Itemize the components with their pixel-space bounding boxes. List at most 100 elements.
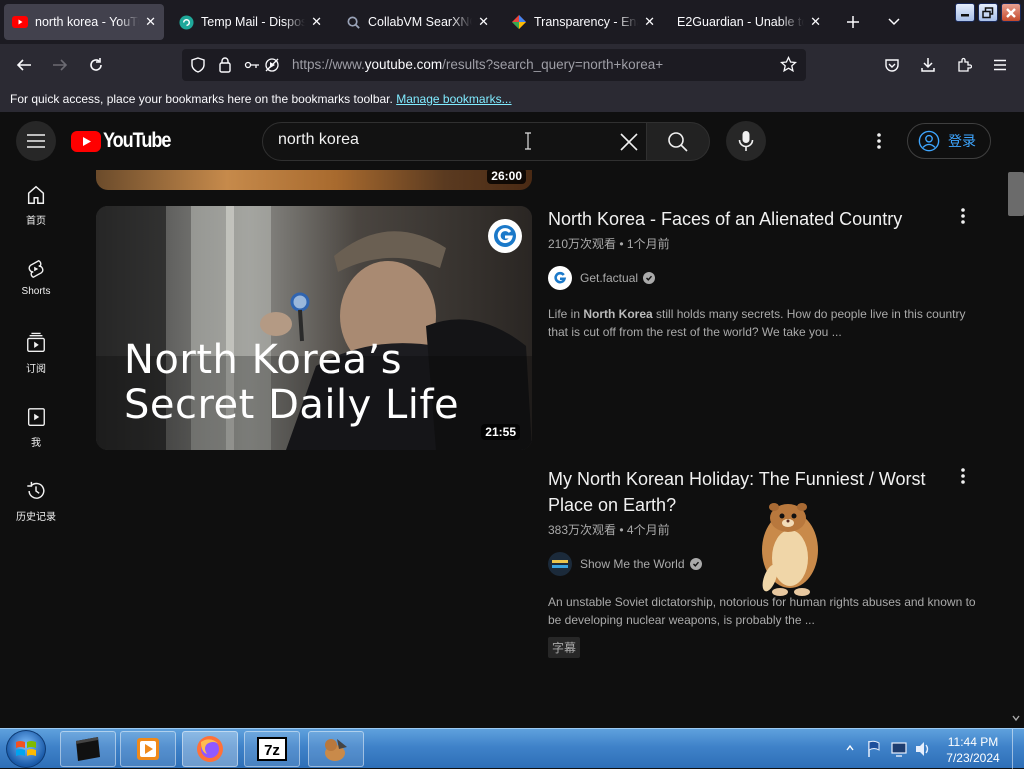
tab-e2guardian[interactable]: E2Guardian - Unable to load ✕ [669, 4, 829, 40]
guide-item-history[interactable]: 历史记录 [0, 480, 72, 552]
get-factual-logo-icon [488, 219, 522, 253]
guide-item-label: 历史记录 [16, 512, 56, 523]
clock-time: 11:44 PM [947, 735, 999, 749]
youtube-logo-text: YouTube [103, 129, 171, 152]
channel-row[interactable]: Get.factual [548, 266, 988, 290]
manage-bookmarks-link[interactable]: Manage bookmarks... [396, 92, 511, 106]
tab-close-icon[interactable]: ✕ [145, 14, 156, 30]
restore-window-button[interactable] [978, 3, 998, 22]
guide-item-subscriptions[interactable]: 订阅 [0, 332, 72, 404]
tab-title: Temp Mail - Disposable [201, 15, 306, 29]
tab-close-icon[interactable]: ✕ [810, 14, 821, 30]
channel-name[interactable]: Show Me the World [580, 557, 685, 571]
tab-transparency[interactable]: Transparency - Enable ✕ [503, 4, 663, 40]
start-button[interactable] [6, 730, 46, 768]
minimize-window-button[interactable] [955, 3, 975, 22]
taskbar-media-player-app[interactable] [120, 731, 176, 767]
bookmark-star-icon[interactable] [779, 55, 798, 78]
channel-avatar[interactable] [548, 552, 572, 576]
subtitles-badge: 字幕 [548, 637, 581, 658]
lock-icon[interactable] [218, 56, 232, 78]
close-window-button[interactable] [1001, 3, 1021, 22]
media-player-icon [137, 738, 159, 760]
temp-mail-favicon-icon [178, 14, 194, 30]
video-action-menu-icon[interactable] [951, 204, 975, 228]
tab-close-icon[interactable]: ✕ [478, 14, 489, 30]
pocket-button[interactable] [880, 53, 904, 77]
reload-button[interactable] [84, 53, 108, 77]
show-hidden-icons-arrow-icon[interactable] [846, 744, 854, 752]
searxng-favicon-icon [345, 14, 361, 30]
taskbar-cmd-app[interactable] [60, 731, 116, 767]
forward-button[interactable] [48, 53, 72, 77]
guide-item-shorts[interactable]: Shorts [0, 258, 72, 330]
guide-item-label: 首页 [26, 216, 46, 227]
extensions-button[interactable] [952, 53, 976, 77]
tab-title: Transparency - Enable [534, 15, 638, 29]
youtube-header: YouTube 登录 [0, 112, 1008, 170]
account-circle-icon [918, 130, 940, 152]
tab-title: E2Guardian - Unable to load [677, 15, 804, 29]
taskbar-clock[interactable]: 11:44 PM 7/23/2024 [940, 734, 1006, 766]
windows-logo-icon [16, 741, 36, 756]
hamster-pet-icon [325, 739, 347, 761]
history-icon [27, 481, 45, 499]
show-desktop-button[interactable] [1012, 729, 1024, 769]
guide-item-you[interactable]: 我 [0, 406, 72, 478]
taskbar-pet-app[interactable] [308, 731, 364, 767]
guide-item-label: 我 [31, 438, 41, 449]
action-center-flag-icon[interactable] [866, 740, 882, 758]
guide-item-home[interactable]: 首页 [0, 184, 72, 256]
volume-icon[interactable] [914, 740, 932, 758]
tab-close-icon[interactable]: ✕ [644, 14, 655, 30]
channel-name[interactable]: Get.factual [580, 271, 638, 285]
clear-search-icon[interactable] [619, 132, 639, 157]
address-bar[interactable]: https://www.youtube.com/results?search_q… [182, 49, 806, 81]
text-cursor-icon [524, 132, 532, 155]
video-meta: 210万次观看 • 1个月前 [548, 237, 670, 251]
terminal-window-icon [76, 737, 100, 761]
back-button[interactable] [12, 53, 36, 77]
url-text[interactable]: https://www.youtube.com/results?search_q… [292, 57, 663, 72]
permissions-icon[interactable] [244, 57, 260, 78]
scrollbar-thumb[interactable] [1008, 172, 1024, 216]
windows-taskbar: 7z 11:44 PM 7/23/2024 [0, 728, 1024, 769]
guide-menu-button[interactable] [16, 121, 56, 161]
downloads-button[interactable] [916, 53, 940, 77]
channel-avatar[interactable] [548, 266, 572, 290]
tab-close-icon[interactable]: ✕ [311, 14, 322, 30]
taskbar-7zip-app[interactable]: 7z [244, 731, 300, 767]
network-icon[interactable] [890, 741, 908, 757]
list-all-tabs-button[interactable] [882, 10, 906, 34]
tracking-protection-shield-icon[interactable] [190, 57, 206, 78]
desktop-hamster-pet[interactable] [744, 498, 828, 598]
search-box[interactable] [262, 122, 647, 161]
verified-check-icon [643, 272, 656, 284]
video-title[interactable]: North Korea - Faces of an Alienated Coun… [548, 206, 988, 232]
search-input[interactable] [278, 131, 598, 149]
page-scrollbar[interactable] [1008, 170, 1024, 728]
new-tab-button[interactable] [841, 10, 865, 34]
tab-temp-mail[interactable]: Temp Mail - Disposable ✕ [170, 4, 330, 40]
tab-searxng[interactable]: CollabVM SearXNG ✕ [337, 4, 497, 40]
search-button[interactable] [646, 122, 710, 161]
youtube-play-logo-icon [71, 130, 101, 152]
7zip-icon: 7z [257, 737, 287, 761]
youtube-page: 26:00 North Korea’s Secret Daily Life 21… [0, 112, 1024, 728]
video-thumbnail[interactable]: North Korea’s Secret Daily Life 21:55 [96, 206, 532, 450]
bookmarks-toolbar: For quick access, place your bookmarks h… [0, 86, 1024, 112]
clock-date: 7/23/2024 [946, 751, 1000, 765]
voice-search-button[interactable] [726, 121, 766, 161]
thumbnail-title-overlay: North Korea’s Secret Daily Life [124, 337, 460, 428]
video-action-menu-icon[interactable] [951, 464, 975, 488]
sign-in-button[interactable]: 登录 [907, 123, 991, 159]
settings-more-button[interactable] [866, 128, 892, 154]
scroll-down-arrow-icon[interactable] [1012, 714, 1020, 722]
youtube-logo[interactable]: YouTube [71, 129, 181, 153]
taskbar-firefox-app[interactable] [182, 731, 238, 767]
tab-youtube[interactable]: north korea - YouTube ✕ [4, 4, 164, 40]
video-description: Life in North Korea still holds many sec… [548, 307, 966, 339]
autoplay-blocked-icon[interactable] [264, 57, 280, 78]
subscriptions-icon [27, 332, 45, 352]
app-menu-button[interactable] [988, 53, 1012, 77]
